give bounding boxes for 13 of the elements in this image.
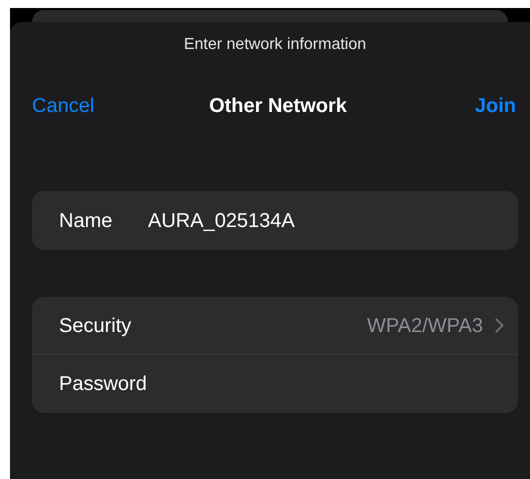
join-button[interactable]: Join bbox=[474, 93, 516, 119]
password-field[interactable]: Password bbox=[32, 355, 518, 413]
name-label: Name bbox=[59, 208, 114, 234]
row-label: Security bbox=[59, 314, 132, 338]
security-row[interactable]: Security WPA2/WPA3 bbox=[32, 297, 518, 355]
name-value: AURA_025134A bbox=[148, 208, 295, 234]
name-field[interactable]: Name AURA_025134A bbox=[32, 191, 518, 250]
chevron-icon bbox=[495, 318, 504, 333]
field-label: Password bbox=[59, 372, 147, 397]
row-value: WPA2/WPA3 bbox=[367, 314, 483, 338]
nav-title: Other Network bbox=[209, 94, 347, 119]
prompt-text: Enter network information bbox=[184, 35, 366, 55]
cancel-button[interactable]: Cancel bbox=[32, 93, 94, 119]
